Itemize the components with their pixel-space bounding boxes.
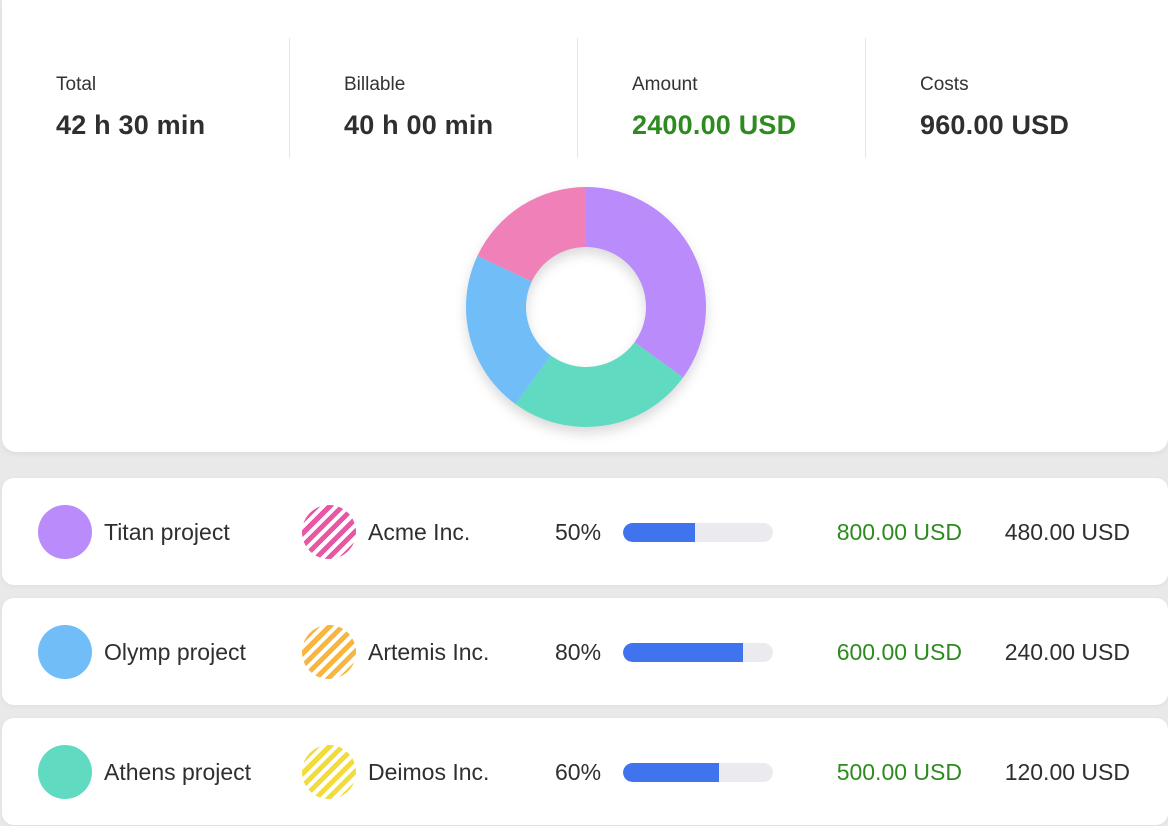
project-name: Olymp project <box>104 639 246 665</box>
stat-value: 42 h 30 min <box>56 110 206 140</box>
project-name: Athens project <box>104 759 252 785</box>
project-color-dot <box>38 625 92 679</box>
progress-bar-fill <box>623 523 695 542</box>
progress-bar-fill <box>623 643 743 662</box>
project-name: Titan project <box>104 519 230 545</box>
stat-label: Costs <box>920 74 969 95</box>
cost-value: 120.00 USD <box>1004 759 1130 785</box>
client-name: Artemis Inc. <box>368 639 490 665</box>
stat-billable: Billable 40 h 00 min <box>290 38 578 158</box>
client-name: Deimos Inc. <box>368 759 490 785</box>
progress-percent: 60% <box>555 759 602 785</box>
client-striped-dot <box>302 745 356 799</box>
stat-value: 40 h 00 min <box>344 110 494 140</box>
cost-value: 480.00 USD <box>1004 519 1130 545</box>
stat-label: Total <box>56 74 97 95</box>
donut-segment-0 <box>586 187 706 378</box>
progress-bar <box>623 523 773 542</box>
stats-row: Total 42 h 30 min Billable 40 h 00 min A… <box>2 38 1168 158</box>
table-row[interactable]: Athens project Deimos Inc. 60% 500.00 US… <box>2 718 1168 825</box>
summary-card: Total 42 h 30 min Billable 40 h 00 min A… <box>2 0 1168 452</box>
stat-costs: Costs 960.00 USD <box>866 38 1154 158</box>
amount-value: 500.00 USD <box>836 759 962 785</box>
cost-value: 240.00 USD <box>1004 639 1130 665</box>
donut-chart-svg <box>466 187 706 428</box>
project-color-dot <box>38 745 92 799</box>
project-color-dot <box>38 505 92 559</box>
table-row[interactable]: Titan project Acme Inc. 50% 800.00 USD 4… <box>2 478 1168 585</box>
stat-label: Amount <box>632 74 698 95</box>
client-name: Acme Inc. <box>368 519 471 545</box>
client-striped-dot <box>302 625 356 679</box>
client-striped-dot <box>302 505 356 559</box>
stat-amount: Amount 2400.00 USD <box>578 38 866 158</box>
progress-bar <box>623 763 773 782</box>
progress-percent: 80% <box>555 639 602 665</box>
progress-bar <box>623 643 773 662</box>
stat-total: Total 42 h 30 min <box>2 38 290 158</box>
donut-chart <box>463 184 709 430</box>
amount-value: 600.00 USD <box>836 639 962 665</box>
amount-value: 800.00 USD <box>836 519 962 545</box>
stat-value: 960.00 USD <box>920 110 1070 140</box>
table-row[interactable]: Olymp project Artemis Inc. 80% 600.00 US… <box>2 598 1168 705</box>
stat-label: Billable <box>344 74 406 95</box>
stat-value: 2400.00 USD <box>632 110 797 140</box>
progress-percent: 50% <box>555 519 602 545</box>
progress-bar-fill <box>623 763 719 782</box>
